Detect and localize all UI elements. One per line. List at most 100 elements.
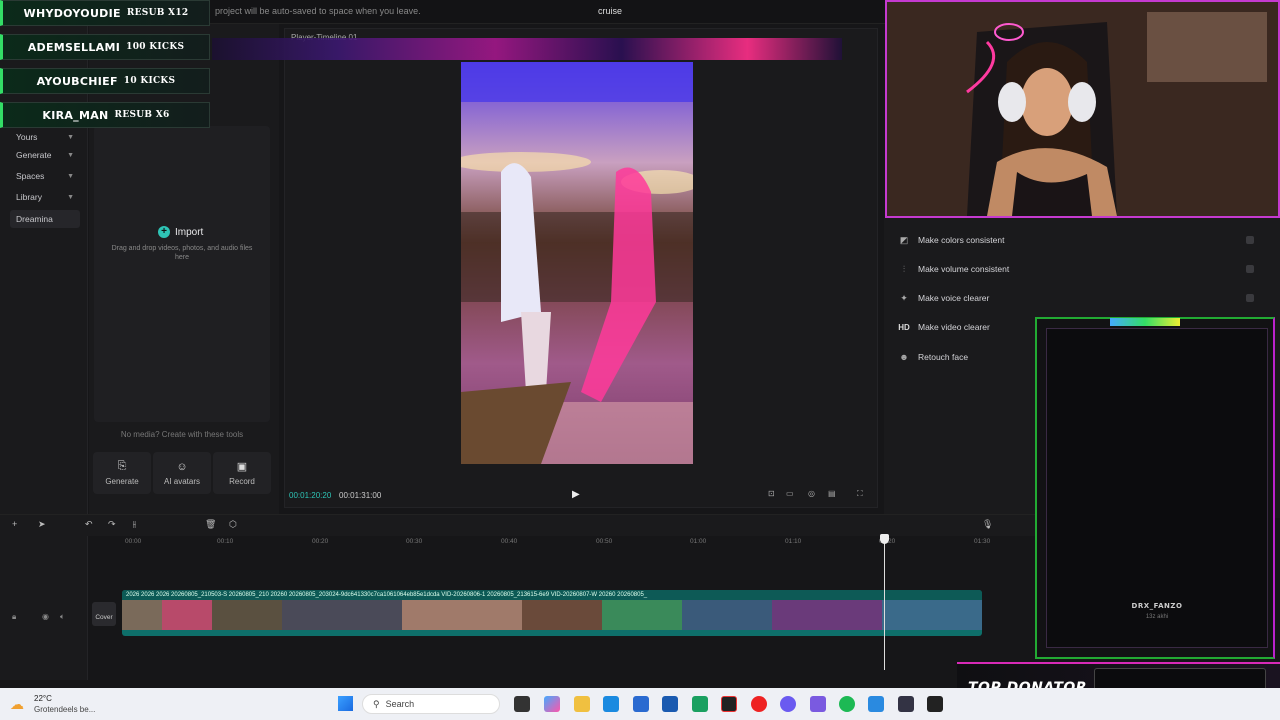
app-icon[interactable] xyxy=(692,696,708,712)
undo-icon[interactable]: ↶ xyxy=(85,519,93,530)
clip-labels: 2026 2026 2026 20260805_210503-S 2026080… xyxy=(122,590,982,600)
enhance-item-voice[interactable]: ✦ Make voice clearer xyxy=(888,285,1264,311)
video-track[interactable]: 2026 2026 2026 20260805_210503-S 2026080… xyxy=(122,590,982,636)
alert-name: KIRA_MAN xyxy=(42,108,109,122)
enhance-label: Retouch face xyxy=(918,352,969,362)
enhance-item-colors[interactable]: ◩ Make colors consistent xyxy=(888,227,1264,253)
outlook-icon[interactable] xyxy=(662,696,678,712)
stream-alert: KIRA_MAN RESUB X6 xyxy=(0,102,210,128)
track-lock-icon[interactable]: 🔒︎ xyxy=(12,612,16,622)
webcam-image xyxy=(887,2,1278,216)
full-quality-icon[interactable]: ▭ xyxy=(786,489,794,498)
weather-temperature[interactable]: 22°C xyxy=(34,694,52,703)
app-icon[interactable] xyxy=(927,696,943,712)
marker-icon[interactable]: ⬡ xyxy=(229,519,237,530)
store-icon[interactable] xyxy=(633,696,649,712)
task-view-icon[interactable] xyxy=(514,696,530,712)
alert-action: 100 KICKS xyxy=(126,42,185,52)
media-dropzone[interactable] xyxy=(94,126,270,422)
tool-label: AI avatars xyxy=(163,476,200,486)
clip[interactable] xyxy=(212,600,282,630)
app-icon[interactable] xyxy=(898,696,914,712)
sidebar-item-dreamina[interactable]: Dreamina xyxy=(10,210,80,228)
alert-action: RESUB X6 xyxy=(114,110,170,120)
add-track-icon[interactable]: + xyxy=(12,519,17,529)
sidebar-item-label: Dreamina xyxy=(16,214,53,224)
windows-start-icon[interactable] xyxy=(338,696,353,711)
spotify-icon[interactable] xyxy=(839,696,855,712)
clip[interactable] xyxy=(522,600,602,630)
weather-description[interactable]: Grotendeels be... xyxy=(34,705,95,714)
donor-name: DRX_FANZO xyxy=(1131,602,1183,610)
playhead-handle[interactable] xyxy=(880,534,889,544)
play-button[interactable]: ▶ xyxy=(572,489,580,500)
ruler-tick: 00:10 xyxy=(217,538,234,545)
volume-bars-icon: ⫶ xyxy=(902,263,906,274)
opera-icon[interactable] xyxy=(751,696,767,712)
sidebar-item-label: Library xyxy=(16,192,42,202)
donor-amount: 13z akhi xyxy=(1145,614,1169,620)
current-time: 00:01:20:20 xyxy=(289,491,332,500)
delete-icon[interactable]: 🗑 xyxy=(205,519,216,530)
fullscreen-icon[interactable]: ⛶ xyxy=(857,489,863,499)
split-icon[interactable]: ⫲ xyxy=(133,519,136,530)
generate-tool-button[interactable]: ⎘ Generate xyxy=(93,452,151,494)
stream-alert: AYOUBCHIEF 10 KICKS xyxy=(0,68,210,94)
no-media-text: No media? Create with these tools xyxy=(120,430,244,439)
cover-button[interactable]: Cover xyxy=(92,602,116,626)
clip[interactable] xyxy=(772,600,882,630)
microphone-icon[interactable]: 🎙 xyxy=(982,519,993,530)
enhance-label: Make colors consistent xyxy=(918,235,1005,245)
capcut-icon[interactable] xyxy=(721,696,737,712)
clip[interactable] xyxy=(162,600,212,630)
taskbar-search[interactable]: ⚲ Search xyxy=(362,694,500,714)
sidebar-item-library[interactable]: Library ▼ xyxy=(10,188,80,206)
enhance-item-volume[interactable]: ⫶ Make volume consistent xyxy=(888,256,1264,282)
project-title[interactable]: cruise xyxy=(598,6,622,16)
app-icon[interactable] xyxy=(868,696,884,712)
sidebar-item-label: Spaces xyxy=(16,171,45,181)
enhance-toggle[interactable] xyxy=(1246,236,1254,244)
sidebar-item-label: Generate xyxy=(16,150,52,160)
clip[interactable] xyxy=(882,600,982,630)
track-mute-icon[interactable]: 🔈︎ xyxy=(60,612,65,622)
ruler-tick: 00:30 xyxy=(406,538,423,545)
sidebar-item-spaces[interactable]: Spaces ▼ xyxy=(10,167,80,185)
donor-card xyxy=(1046,328,1268,648)
weather-icon[interactable]: ☁ xyxy=(10,696,24,713)
ai-avatars-tool-button[interactable]: ☺ AI avatars xyxy=(153,452,211,494)
snapshot-icon[interactable]: ◎ xyxy=(808,489,815,498)
clip[interactable] xyxy=(682,600,772,630)
select-tool-icon[interactable]: ➤ xyxy=(38,519,46,530)
timeline-ruler[interactable] xyxy=(120,536,1035,548)
ruler-tick: 01:00 xyxy=(690,538,707,545)
search-icon: ⚲ xyxy=(373,698,380,709)
edge-icon[interactable] xyxy=(603,696,619,712)
alert-name: ADEMSELLAMI xyxy=(27,40,121,54)
teams-icon[interactable] xyxy=(810,696,826,712)
clip[interactable] xyxy=(402,600,522,630)
file-explorer-icon[interactable] xyxy=(574,696,590,712)
record-tool-button[interactable]: ▣ Record xyxy=(213,452,271,494)
clip[interactable] xyxy=(602,600,682,630)
enhance-toggle[interactable] xyxy=(1246,265,1254,273)
discord-icon[interactable] xyxy=(780,696,796,712)
copilot-icon[interactable] xyxy=(544,696,560,712)
clip[interactable] xyxy=(122,600,162,630)
playhead[interactable] xyxy=(884,536,885,670)
clip[interactable] xyxy=(282,600,402,630)
enhance-toggle[interactable] xyxy=(1246,294,1254,302)
total-time: 00:01:31:00 xyxy=(339,491,382,500)
sidebar-item-yours[interactable]: Yours ▼ xyxy=(10,128,80,146)
stream-alert: ADEMSELLAMI 100 KICKS xyxy=(0,34,210,60)
ruler-tick: 01:10 xyxy=(785,538,802,545)
crop-icon[interactable]: ⊡ xyxy=(768,489,775,498)
track-visibility-icon[interactable]: ◉ xyxy=(42,612,49,621)
ruler-tick: 00:50 xyxy=(596,538,613,545)
ratio-icon[interactable]: ▤ xyxy=(828,489,836,498)
webcam-overlay xyxy=(885,0,1280,218)
sidebar-item-generate[interactable]: Generate ▼ xyxy=(10,146,80,164)
import-button[interactable]: + Import xyxy=(158,226,203,238)
redo-icon[interactable]: ↷ xyxy=(108,519,116,530)
video-preview[interactable] xyxy=(461,62,693,464)
